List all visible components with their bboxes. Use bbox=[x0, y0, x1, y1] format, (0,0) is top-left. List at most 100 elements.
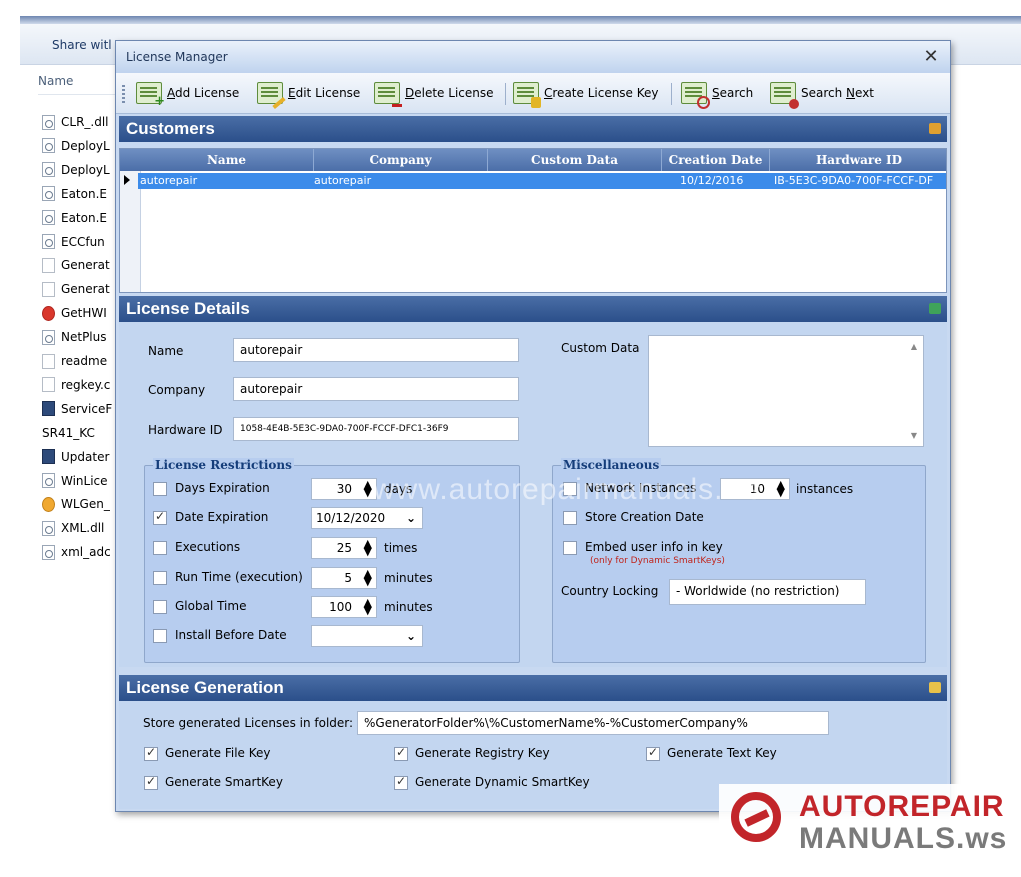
generate-text-key-label: Generate Text Key bbox=[667, 746, 777, 760]
date-expiration-label: Date Expiration bbox=[175, 510, 269, 524]
folder-label: Store generated Licenses in folder: bbox=[143, 716, 354, 730]
install-before-date-checkbox[interactable] bbox=[153, 629, 167, 643]
run-time-stepper[interactable]: 5 ▲ ▼ bbox=[311, 567, 377, 589]
file-name: DeployL bbox=[61, 138, 110, 153]
search-next-button[interactable]: Search Next bbox=[770, 81, 874, 109]
file-list-item[interactable]: Updater bbox=[42, 447, 120, 467]
global-time-unit-label: minutes bbox=[384, 600, 433, 614]
file-orange-icon bbox=[42, 496, 55, 512]
file-dll-icon bbox=[42, 520, 55, 536]
executions-checkbox[interactable] bbox=[153, 541, 167, 555]
file-list-item[interactable]: WinLice bbox=[42, 471, 120, 491]
close-button[interactable]: ✕ bbox=[920, 46, 942, 68]
generate-registry-key-label: Generate Registry Key bbox=[415, 746, 550, 760]
generate-smartkey-checkbox[interactable] bbox=[144, 774, 158, 790]
file-list-item[interactable]: DeployL bbox=[42, 136, 120, 156]
customers-header: Customers bbox=[119, 116, 947, 142]
file-name: Eaton.E bbox=[61, 186, 107, 201]
country-locking-label: Country Locking bbox=[561, 584, 659, 598]
file-name: Generat bbox=[61, 258, 110, 273]
file-list-item[interactable]: Eaton.E bbox=[42, 208, 120, 228]
file-list-item[interactable]: SR41_KC bbox=[42, 423, 120, 443]
file-name: GetHWI bbox=[61, 306, 107, 321]
file-list-item[interactable]: readme bbox=[42, 351, 120, 371]
date-expiration-picker[interactable]: 10/12/2020 ⌄ bbox=[311, 507, 423, 529]
scroll-up-icon[interactable]: ▲ bbox=[911, 342, 917, 351]
global-time-checkbox[interactable] bbox=[153, 600, 167, 614]
license-generation-title: License Generation bbox=[126, 678, 284, 697]
file-list-item[interactable]: regkey.c bbox=[42, 375, 120, 395]
file-list-item[interactable]: xml_adc bbox=[42, 542, 120, 562]
file-list-item[interactable]: ECCfun bbox=[42, 232, 120, 252]
share-with-menu[interactable]: Share witl bbox=[52, 38, 112, 52]
file-list-item[interactable]: Eaton.E bbox=[42, 184, 120, 204]
chevron-down-icon[interactable]: ⌄ bbox=[406, 626, 416, 646]
file-dll-icon bbox=[42, 210, 55, 226]
install-before-date-picker[interactable]: ⌄ bbox=[311, 625, 423, 647]
name-column-header[interactable]: Name bbox=[38, 74, 73, 88]
name-field[interactable]: autorepair bbox=[233, 338, 519, 362]
global-time-stepper[interactable]: 100 ▲ ▼ bbox=[311, 596, 377, 618]
stepper-arrows-icon[interactable]: ▲ ▼ bbox=[364, 538, 372, 557]
file-name: SR41_KC bbox=[42, 425, 95, 440]
network-instances-stepper[interactable]: 10 ▲ ▼ bbox=[720, 478, 790, 500]
file-list-item[interactable]: WLGen_ bbox=[42, 494, 120, 514]
embed-user-info-checkbox[interactable] bbox=[563, 541, 577, 555]
store-creation-date-checkbox[interactable] bbox=[563, 511, 577, 525]
stepper-arrows-icon[interactable]: ▲ ▼ bbox=[364, 479, 372, 498]
add-license-button[interactable]: Add License bbox=[136, 81, 239, 109]
file-name: xml_adc bbox=[61, 545, 111, 560]
network-instances-unit-label: instances bbox=[796, 482, 854, 496]
file-list-item[interactable]: Generat bbox=[42, 279, 120, 299]
col-creation-date-header[interactable]: Creation Date bbox=[662, 149, 770, 171]
edit-license-button[interactable]: Edit License bbox=[257, 81, 360, 105]
file-list-item[interactable]: CLR_.dll bbox=[42, 112, 120, 132]
country-locking-select[interactable]: - Worldwide (no restriction) bbox=[669, 579, 866, 605]
run-time-checkbox[interactable] bbox=[153, 571, 167, 585]
scroll-down-icon[interactable]: ▼ bbox=[911, 431, 917, 440]
col-hardware-id-header[interactable]: Hardware ID bbox=[770, 149, 946, 171]
stepper-arrows-icon[interactable]: ▲ ▼ bbox=[364, 568, 372, 587]
chevron-down-icon[interactable]: ⌄ bbox=[406, 508, 416, 528]
create-license-key-button[interactable]: Create License Key bbox=[513, 81, 659, 108]
network-instances-checkbox[interactable] bbox=[563, 482, 577, 496]
custom-data-textarea[interactable]: ▲ ▼ bbox=[648, 335, 924, 447]
table-row[interactable]: autorepair autorepair 10/12/2016 IB-5E3C… bbox=[138, 173, 946, 189]
search-button[interactable]: Search bbox=[681, 81, 753, 109]
file-dll-icon bbox=[42, 544, 55, 560]
stepper-arrows-icon[interactable]: ▲ ▼ bbox=[777, 479, 785, 498]
license-details-header: License Details bbox=[119, 296, 947, 322]
generate-text-key-checkbox[interactable] bbox=[646, 745, 660, 761]
generate-dynamic-smartkey-checkbox[interactable] bbox=[394, 774, 408, 790]
file-dll-icon bbox=[42, 473, 55, 488]
delete-license-button[interactable]: Delete License bbox=[374, 81, 494, 107]
col-name-header[interactable]: Name bbox=[140, 149, 314, 171]
company-field[interactable]: autorepair bbox=[233, 377, 519, 401]
file-list-item[interactable]: Generat bbox=[42, 255, 120, 275]
file-list-item[interactable]: GetHWI bbox=[42, 303, 120, 323]
days-expiration-checkbox[interactable] bbox=[153, 482, 167, 496]
file-list-item[interactable]: ServiceF bbox=[42, 399, 120, 419]
window-titlebar[interactable]: License Manager ✕ bbox=[116, 41, 950, 73]
customers-icon bbox=[929, 123, 941, 134]
network-instances-label: Network Instances bbox=[585, 481, 697, 495]
date-expiration-checkbox[interactable] bbox=[153, 509, 167, 525]
file-txt-icon bbox=[42, 257, 55, 273]
col-custom-data-header[interactable]: Custom Data bbox=[488, 149, 662, 171]
days-expiration-stepper[interactable]: 30 ▲ ▼ bbox=[311, 478, 377, 500]
executions-stepper[interactable]: 25 ▲ ▼ bbox=[311, 537, 377, 559]
toolbar-grip[interactable] bbox=[122, 85, 125, 103]
generate-file-key-checkbox[interactable] bbox=[144, 745, 158, 761]
file-list-item[interactable]: NetPlus bbox=[42, 327, 120, 347]
generate-registry-key-checkbox[interactable] bbox=[394, 745, 408, 761]
toolbar-separator bbox=[505, 83, 506, 105]
folder-field[interactable]: %GeneratorFolder%\%CustomerName%-%Custom… bbox=[357, 711, 829, 735]
hardware-id-field[interactable]: 1058-4E4B-5E3C-9DA0-700F-FCCF-DFC1-36F9 bbox=[233, 417, 519, 441]
file-list-item[interactable]: XML.dll bbox=[42, 518, 120, 538]
file-list-item[interactable]: DeployL bbox=[42, 160, 120, 180]
stepper-arrows-icon[interactable]: ▲ ▼ bbox=[364, 597, 372, 616]
days-expiration-label: Days Expiration bbox=[175, 481, 270, 495]
col-company-header[interactable]: Company bbox=[314, 149, 488, 171]
cell-name: autorepair bbox=[140, 174, 198, 187]
logo-emblem-icon bbox=[731, 792, 781, 842]
